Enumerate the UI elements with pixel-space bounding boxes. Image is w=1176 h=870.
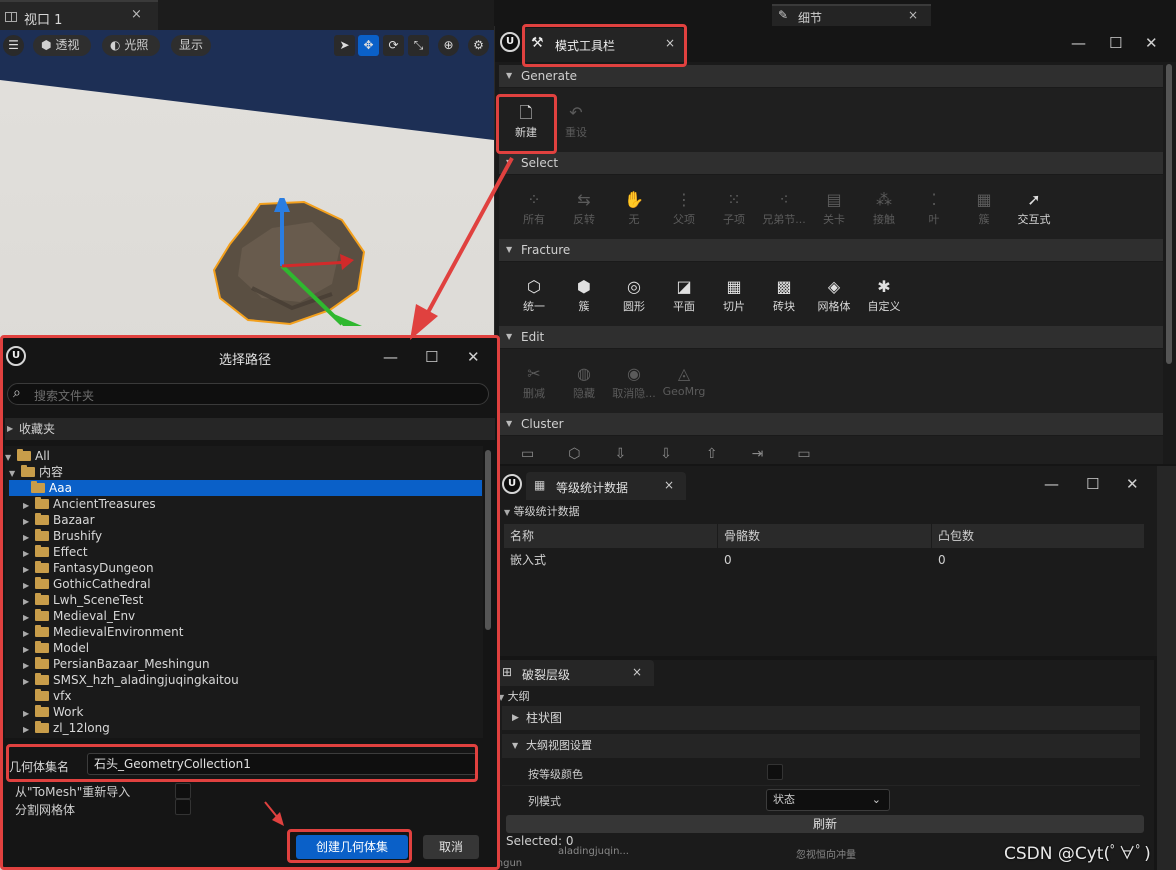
annotation-arrows [264,157,514,826]
watermark: CSDN @Cyt(ﾟ∀ﾟ) [1004,844,1151,864]
